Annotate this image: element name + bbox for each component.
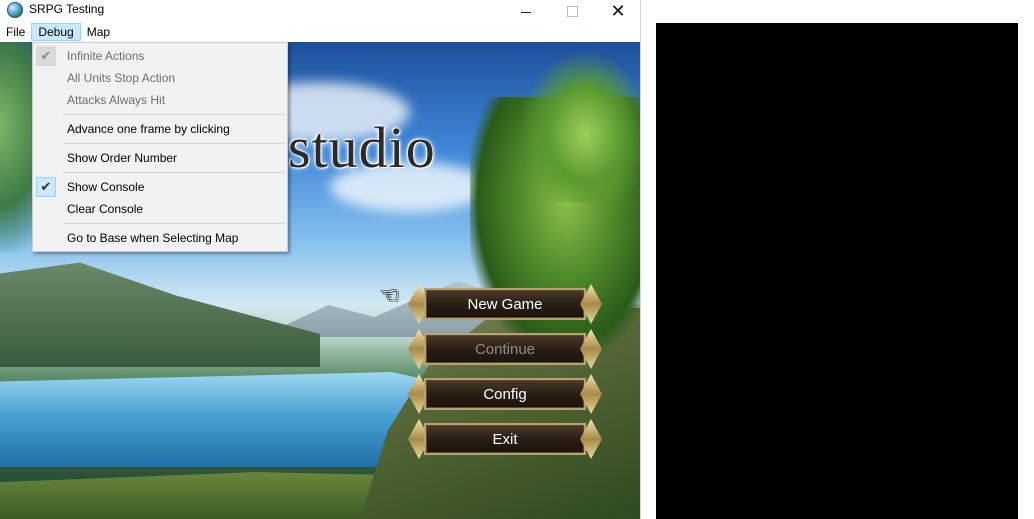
menu-file[interactable]: File (0, 23, 31, 41)
config-button[interactable]: Config (408, 374, 602, 414)
tree (520, 52, 640, 202)
close-icon: ✕ (610, 1, 626, 21)
menu-item-go-to-base[interactable]: Go to Base when Selecting Map (33, 227, 287, 249)
check-icon: ✔ (36, 177, 56, 197)
debug-dropdown-menu: ✔ Infinite Actions All Units Stop Action… (32, 42, 288, 252)
menu-item-label: Show Order Number (67, 151, 178, 165)
globe-icon (7, 2, 23, 18)
close-button[interactable]: ✕ (595, 0, 641, 22)
continue-button[interactable]: Continue (408, 329, 602, 369)
hillside (0, 262, 320, 367)
title-bar[interactable]: SRPG Testing ✕ (0, 0, 640, 22)
menu-item-infinite-actions[interactable]: ✔ Infinite Actions (33, 45, 287, 67)
menu-separator (63, 223, 285, 224)
console-output[interactable] (656, 23, 1018, 519)
menu-separator (63, 143, 285, 144)
check-icon: ✔ (36, 46, 56, 66)
menu-item-label: Clear Console (67, 202, 144, 216)
menu-item-label: Go to Base when Selecting Map (67, 231, 239, 245)
hand-pointer-icon: ☜ (380, 283, 400, 308)
button-label: Continue (424, 333, 586, 365)
game-logo: studio (288, 115, 436, 180)
menu-separator (63, 114, 285, 115)
maximize-icon (566, 5, 578, 17)
button-label: Config (424, 378, 586, 410)
window-title: SRPG Testing (29, 2, 105, 16)
minimize-icon (521, 11, 531, 13)
new-game-button[interactable]: New Game (408, 284, 602, 324)
menu-bar: File Debug Map (0, 22, 640, 42)
menu-item-advance-one-frame[interactable]: Advance one frame by clicking (33, 118, 287, 140)
button-label: Exit (424, 423, 586, 455)
menu-item-all-units-stop-action[interactable]: All Units Stop Action (33, 67, 287, 89)
menu-map[interactable]: Map (81, 23, 116, 41)
menu-item-label: Show Console (67, 180, 145, 194)
game-window: SRPG Testing ✕ File Debug Map studio ☜ N… (0, 0, 641, 519)
menu-item-label: Attacks Always Hit (67, 93, 166, 107)
exit-button[interactable]: Exit (408, 419, 602, 459)
menu-debug[interactable]: Debug (31, 23, 81, 41)
menu-item-label: Infinite Actions (67, 49, 145, 63)
button-label: New Game (424, 288, 586, 320)
menu-item-label: All Units Stop Action (67, 71, 176, 85)
menu-item-label: Advance one frame by clicking (67, 122, 230, 136)
menu-item-show-console[interactable]: ✔ Show Console (33, 176, 287, 198)
menu-separator (63, 172, 285, 173)
minimize-button[interactable] (503, 0, 549, 22)
menu-item-attacks-always-hit[interactable]: Attacks Always Hit (33, 89, 287, 111)
maximize-button[interactable] (549, 0, 595, 22)
menu-item-show-order-number[interactable]: Show Order Number (33, 147, 287, 169)
menu-item-clear-console[interactable]: Clear Console (33, 198, 287, 220)
